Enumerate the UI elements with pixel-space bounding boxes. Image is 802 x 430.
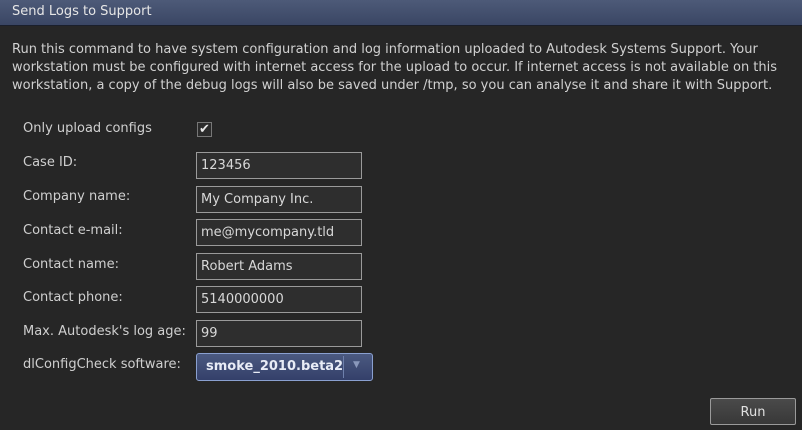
- contact-phone-field[interactable]: [196, 286, 362, 313]
- contact-email-field[interactable]: [196, 219, 362, 246]
- only-upload-configs-label: Only upload configs: [23, 121, 152, 136]
- company-name-field[interactable]: [196, 186, 362, 213]
- dlconfigcheck-label: dlConfigCheck software:: [23, 357, 181, 372]
- case-id-label: Case ID:: [23, 155, 78, 170]
- dlconfigcheck-dropdown[interactable]: smoke_2010.beta2 ▼: [196, 353, 373, 381]
- dialog-title-bar: Send Logs to Support: [0, 0, 802, 26]
- chevron-down-icon: ▼: [353, 360, 360, 370]
- max-log-age-field[interactable]: [196, 320, 362, 347]
- contact-name-label: Contact name:: [23, 257, 119, 272]
- dialog-title: Send Logs to Support: [12, 4, 152, 19]
- contact-name-field[interactable]: [196, 253, 362, 280]
- run-button[interactable]: Run: [710, 398, 796, 425]
- checkmark-icon: ✔: [199, 122, 210, 137]
- max-log-age-label: Max. Autodesk's log age:: [23, 324, 186, 339]
- only-upload-configs-checkbox[interactable]: ✔: [197, 122, 212, 137]
- contact-phone-label: Contact phone:: [23, 290, 123, 305]
- case-id-field[interactable]: [196, 152, 362, 179]
- company-name-label: Company name:: [23, 189, 131, 204]
- contact-email-label: Contact e-mail:: [23, 223, 123, 238]
- dlconfigcheck-selected-value: smoke_2010.beta2: [206, 359, 344, 374]
- dropdown-separator: [343, 356, 344, 378]
- description-text: Run this command to have system configur…: [12, 42, 778, 93]
